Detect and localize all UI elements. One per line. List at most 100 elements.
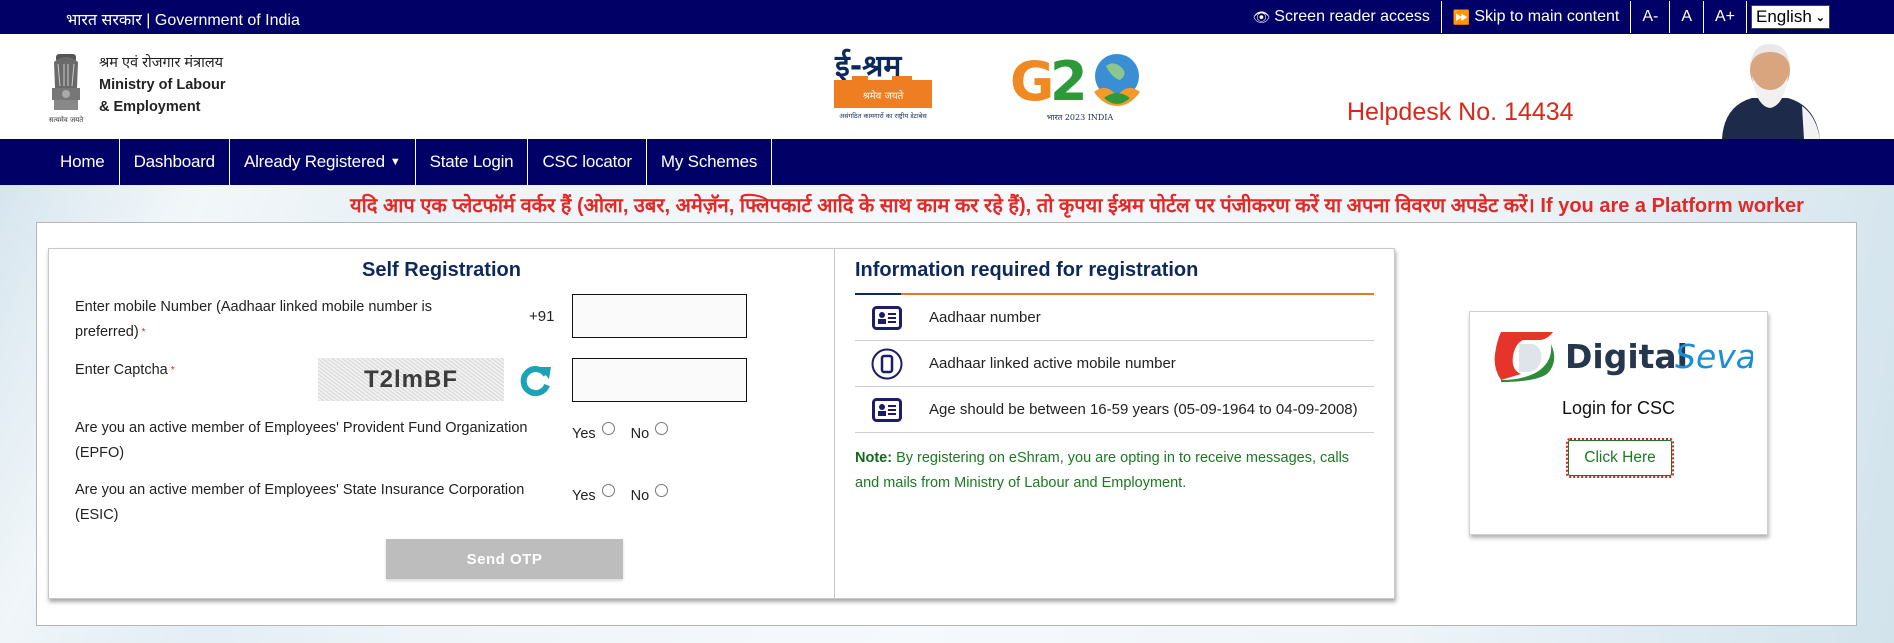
epfo-label-line2: (EPFO) (75, 445, 125, 461)
nav-list: Home Dashboard Already Registered ▼ State… (46, 139, 773, 185)
esic-no-label: No (630, 488, 650, 504)
note-text: By registering on eShram, you are opting… (855, 450, 1350, 491)
nav-already-registered[interactable]: Already Registered ▼ (230, 139, 416, 185)
nav-csc-locator[interactable]: CSC locator (528, 139, 647, 185)
nav-dashboard-label: Dashboard (133, 152, 216, 171)
mobile-label-line2: preferred) (75, 324, 139, 340)
esic-yes-label: Yes (572, 488, 596, 504)
info-item-text: Aadhaar number (929, 309, 1041, 326)
info-item-aadhaar: Aadhaar number (855, 295, 1374, 341)
caret-down-icon: ▼ (389, 156, 401, 168)
mobile-icon (867, 348, 907, 379)
info-required-title: Information required for registration (855, 259, 1199, 281)
main-navigation: Home Dashboard Already Registered ▼ State… (0, 139, 1894, 185)
top-bar: भारत सरकार | Government of India 👁 Scree… (0, 0, 1894, 34)
ministry-name: श्रम एवं रोजगार मंत्रालय Ministry of Lab… (99, 52, 225, 118)
card-divider (834, 249, 835, 598)
svg-text:Seva: Seva (1675, 337, 1753, 376)
font-increase-button[interactable]: A+ (1704, 1, 1748, 33)
announcement-text: यदि आप एक प्लेटफॉर्म वर्कर हैं (ओला, उबर… (350, 195, 1804, 217)
helpdesk-number: Helpdesk No. 14434 (1347, 98, 1574, 126)
nav-state-login[interactable]: State Login (416, 139, 529, 185)
self-registration-title: Self Registration (362, 259, 521, 281)
screen-reader-label: Screen reader access (1274, 8, 1430, 25)
epfo-yes-option[interactable]: Yes (572, 422, 615, 442)
language-value: English (1756, 7, 1812, 26)
captcha-input[interactable] (572, 358, 747, 402)
refresh-captcha-icon[interactable] (519, 363, 553, 397)
nav-my-schemes-label: My Schemes (660, 152, 758, 171)
csc-click-here-button[interactable]: Click Here (1566, 438, 1674, 478)
registration-card: Self Registration Enter mobile Number (A… (48, 248, 1395, 599)
send-otp-button[interactable]: Send OTP (386, 539, 623, 579)
eye-slash-icon: 👁 (1252, 8, 1271, 25)
esic-radio-group: Yes No (572, 484, 684, 504)
info-item-age: Age should be between 16-59 years (05-09… (855, 387, 1374, 433)
epfo-yes-radio[interactable] (601, 422, 615, 435)
nav-state-login-label: State Login (429, 152, 514, 171)
epfo-label-line1: Are you an active member of Employees' P… (75, 420, 528, 436)
info-item-mobile: Aadhaar linked active mobile number (855, 341, 1374, 387)
skip-to-content-link[interactable]: ⏩ Skip to main content (1442, 1, 1632, 33)
epfo-radio-group: Yes No (572, 422, 684, 442)
epfo-no-option[interactable]: No (631, 422, 669, 442)
esic-no-option[interactable]: No (631, 484, 669, 504)
epfo-no-radio[interactable] (655, 422, 669, 435)
id-card-icon (867, 303, 907, 333)
captcha-label: Enter Captcha * (75, 358, 175, 383)
eshram-logo[interactable]: ई-श्रम श्रमेव जयते असंगठित कामगारों का र… (832, 46, 934, 122)
svg-text:Digital: Digital (1565, 337, 1688, 376)
nav-already-registered-label: Already Registered (243, 152, 385, 171)
epfo-question: Are you an active member of Employees' P… (75, 416, 555, 466)
captcha-image: T2lmBF (318, 358, 504, 401)
digital-seva-logo: Digital Seva (1494, 332, 1753, 382)
required-asterisk: * (170, 365, 175, 376)
skip-content-label: Skip to main content (1474, 8, 1620, 25)
font-decrease-button[interactable]: A- (1631, 1, 1671, 33)
epfo-yes-label: Yes (572, 426, 596, 442)
government-label: भारत सरकार | Government of India (66, 12, 300, 29)
info-item-text: Aadhaar linked active mobile number (929, 355, 1176, 372)
ministry-name-en-line1: Ministry of Labour (99, 77, 226, 93)
mobile-number-label: Enter mobile Number (Aadhaar linked mobi… (75, 295, 495, 345)
required-asterisk: * (141, 327, 146, 338)
svg-text:सत्यमेव जयते: सत्यमेव जयते (49, 115, 84, 124)
csc-login-card: Digital Seva Login for CSC Click Here (1469, 311, 1768, 535)
nav-my-schemes[interactable]: My Schemes (647, 139, 773, 185)
site-header: सत्यमेव जयते श्रम एवं रोजगार मंत्रालय Mi… (0, 34, 1894, 139)
language-select[interactable]: English ⌄ (1751, 5, 1830, 29)
svg-text:2: 2 (1050, 50, 1088, 113)
chevron-down-icon: ⌄ (1815, 11, 1825, 24)
nav-dashboard[interactable]: Dashboard (120, 139, 230, 185)
country-code: +91 (529, 308, 555, 325)
esic-label-line1: Are you an active member of Employees' S… (75, 482, 525, 498)
prime-minister-photo (1722, 44, 1820, 139)
svg-text:श्रमेव जयते: श्रमेव जयते (863, 90, 904, 102)
id-card-icon (867, 395, 907, 425)
esic-question: Are you an active member of Employees' S… (75, 478, 555, 528)
g20-logo[interactable]: G 2 भारत 2023 INDIA (1010, 48, 1150, 124)
svg-text:G: G (1010, 50, 1054, 113)
captcha-label-text: Enter Captcha (75, 362, 168, 378)
mobile-number-input[interactable] (572, 294, 747, 338)
info-item-text: Age should be between 16-59 years (05-09… (929, 401, 1358, 418)
info-required-list: Aadhaar number Aadhaar linked active mob… (855, 295, 1374, 433)
announcement-marquee: यदि आप एक प्लेटफॉर्म वर्कर हैं (ओला, उबर… (0, 185, 1846, 219)
nav-home[interactable]: Home (46, 139, 120, 185)
note-label: Note: (855, 450, 893, 466)
svg-text:असंगठित कामगारों का राष्ट्रीय: असंगठित कामगारों का राष्ट्रीय डेटाबेस (839, 112, 927, 120)
national-emblem-icon[interactable]: सत्यमेव जयते (44, 48, 88, 126)
epfo-no-label: No (630, 426, 650, 442)
esic-yes-radio[interactable] (601, 484, 615, 497)
font-normal-button[interactable]: A (1670, 1, 1704, 33)
csc-login-title: Login for CSC (1561, 398, 1676, 418)
esic-label-line2: (ESIC) (75, 507, 119, 523)
screen-reader-link[interactable]: 👁 Screen reader access (1242, 1, 1442, 33)
esic-no-radio[interactable] (655, 484, 669, 497)
fast-forward-icon: ⏩ (1452, 8, 1471, 25)
svg-text:भारत 2023 INDIA: भारत 2023 INDIA (1047, 113, 1114, 122)
mobile-label-line1: Enter mobile Number (Aadhaar linked mobi… (75, 299, 433, 315)
accessibility-tools: 👁 Screen reader access ⏩ Skip to main co… (1242, 0, 1830, 34)
esic-yes-option[interactable]: Yes (572, 484, 615, 504)
nav-home-label: Home (60, 152, 105, 171)
